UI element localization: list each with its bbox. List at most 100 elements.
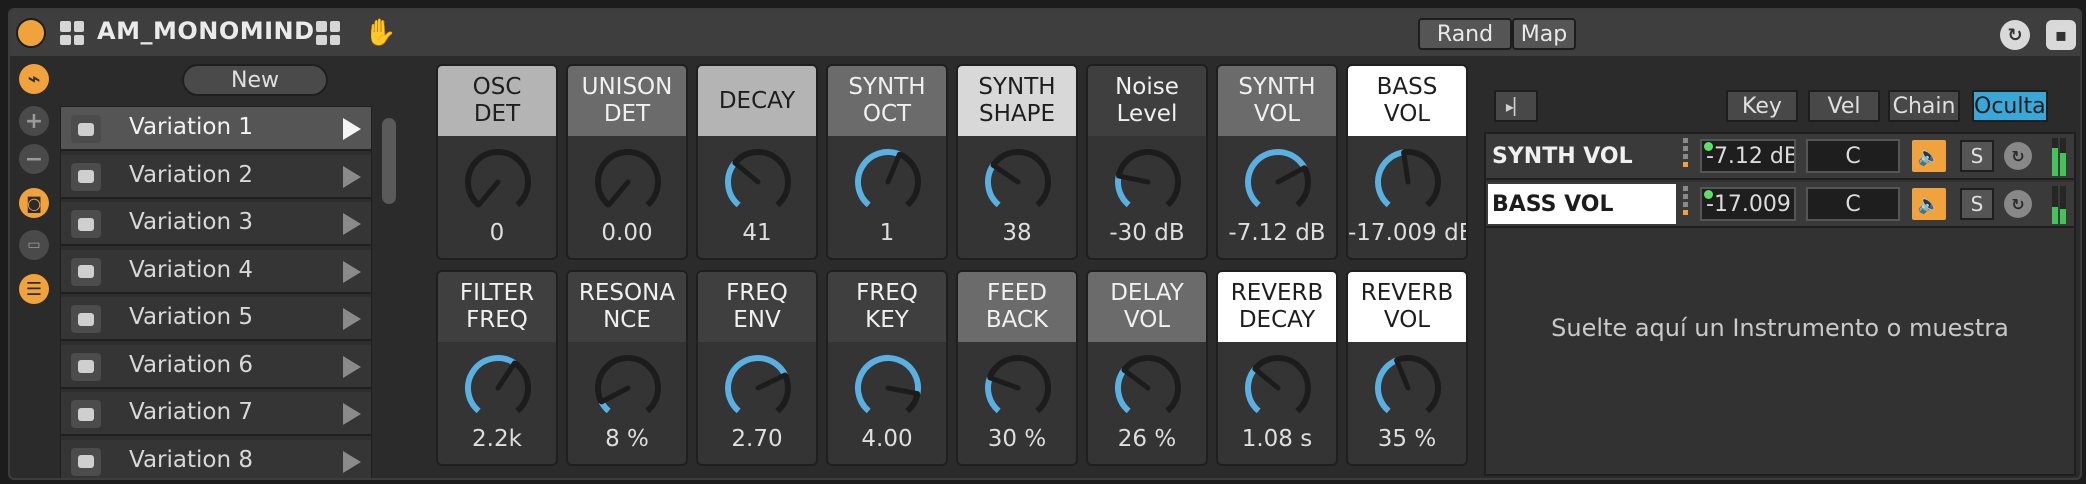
knob-dial[interactable] — [828, 142, 948, 222]
macro-knob[interactable]: OSC DET 0 — [436, 64, 558, 260]
variation-row[interactable]: Variation 5 — [61, 297, 371, 341]
variation-scrollbar[interactable] — [382, 118, 396, 204]
knob-dial[interactable] — [1218, 348, 1338, 428]
knob-dial[interactable] — [438, 142, 558, 222]
camera-icon[interactable] — [71, 162, 101, 191]
rack-logo-icon[interactable]: ⌁ — [19, 64, 49, 94]
macro-label[interactable]: SYNTH VOL — [1218, 66, 1336, 136]
map-button[interactable]: Map — [1512, 18, 1576, 50]
power-icon[interactable] — [16, 18, 46, 48]
knob-dial[interactable] — [698, 142, 818, 222]
play-icon[interactable] — [343, 118, 361, 140]
macro-label[interactable]: DECAY — [698, 66, 816, 136]
chain-volume-field[interactable]: -7.12 dB — [1700, 139, 1796, 173]
save-preset-icon[interactable]: ▪ — [2046, 20, 2076, 50]
hand-icon[interactable]: ✋ — [364, 18, 396, 48]
rand-button[interactable]: Rand — [1418, 18, 1512, 50]
macro-mapping-icon[interactable]: ▭ — [19, 230, 49, 260]
macro-label[interactable]: FREQ KEY — [828, 272, 946, 342]
macro-label[interactable]: FEED BACK — [958, 272, 1076, 342]
variation-row[interactable]: Variation 1 — [61, 107, 371, 151]
macro-knob[interactable]: SYNTH OCT 1 — [826, 64, 948, 260]
variation-row[interactable]: Variation 3 — [61, 202, 371, 246]
macro-label[interactable]: UNISON DET — [568, 66, 686, 136]
macro-knob[interactable]: Noise Level -30 dB — [1086, 64, 1208, 260]
macro-knob[interactable]: FEED BACK 30 % — [956, 270, 1078, 466]
variation-row[interactable]: Variation 7 — [61, 392, 371, 436]
chain-name[interactable]: BASS VOL — [1488, 184, 1676, 224]
auto-select-icon[interactable]: ▸▏ — [1494, 90, 1538, 122]
camera-icon[interactable] — [71, 115, 101, 143]
knob-dial[interactable] — [958, 142, 1078, 222]
camera-icon[interactable] — [71, 210, 101, 238]
macro-label[interactable]: REVERB DECAY — [1218, 272, 1336, 342]
play-icon[interactable] — [343, 260, 361, 283]
macro-label[interactable]: FREQ ENV — [698, 272, 816, 342]
play-icon[interactable] — [343, 213, 361, 235]
macro-knob[interactable]: FREQ KEY 4.00 — [826, 270, 948, 466]
play-icon[interactable] — [343, 403, 361, 425]
knob-dial[interactable] — [828, 348, 948, 428]
camera-icon[interactable] — [71, 305, 101, 333]
variation-row[interactable]: Variation 8 — [61, 439, 371, 478]
variation-row[interactable]: Variation 4 — [61, 249, 371, 294]
chain-name[interactable]: SYNTH VOL — [1488, 136, 1676, 176]
macro-label[interactable]: DELAY VOL — [1088, 272, 1206, 342]
knob-dial[interactable] — [1218, 142, 1338, 222]
knob-dial[interactable] — [438, 348, 558, 428]
variation-row[interactable]: Variation 2 — [61, 154, 371, 199]
chain-row[interactable]: SYNTH VOL -7.12 dB C 🔈 S ↻ — [1486, 134, 2074, 180]
macro-label[interactable]: OSC DET — [438, 66, 556, 136]
chain-pan-field[interactable]: C — [1806, 187, 1900, 221]
play-icon[interactable] — [343, 308, 361, 330]
knob-dial[interactable] — [958, 348, 1078, 428]
macro-knob[interactable]: DECAY 41 — [696, 64, 818, 260]
chain-solo-button[interactable]: S — [1960, 188, 1994, 220]
knob-dial[interactable] — [1348, 142, 1468, 222]
hot-swap-icon[interactable]: ↻ — [2000, 20, 2030, 50]
macro-knob[interactable]: DELAY VOL 26 % — [1086, 270, 1208, 466]
camera-icon[interactable] — [71, 447, 101, 476]
camera-icon[interactable] — [71, 352, 101, 381]
add-macro-icon[interactable]: + — [19, 106, 49, 136]
variations-camera-icon[interactable]: ◙ — [19, 188, 49, 218]
chain-volume-field[interactable]: -17.009 dB — [1700, 187, 1796, 221]
play-icon[interactable] — [343, 355, 361, 378]
play-icon[interactable] — [343, 165, 361, 188]
chain-row[interactable]: BASS VOL -17.009 dB C 🔈 S ↻ — [1486, 182, 2074, 228]
macro-label[interactable]: FILTER FREQ — [438, 272, 556, 342]
knob-dial[interactable] — [1088, 142, 1208, 222]
chain-grid-icon[interactable] — [316, 21, 340, 45]
macro-grid-icon[interactable] — [60, 21, 84, 45]
macro-label[interactable]: SYNTH OCT — [828, 66, 946, 136]
knob-dial[interactable] — [1348, 348, 1468, 428]
speaker-icon[interactable]: 🔈 — [1912, 188, 1946, 220]
chain-list-icon[interactable]: ☰ — [19, 274, 49, 304]
knob-dial[interactable] — [568, 348, 688, 428]
camera-icon[interactable] — [71, 400, 101, 428]
macro-knob[interactable]: SYNTH VOL -7.12 dB — [1216, 64, 1338, 260]
remove-macro-icon[interactable]: − — [19, 144, 49, 174]
macro-label[interactable]: RESONA NCE — [568, 272, 686, 342]
knob-dial[interactable] — [568, 142, 688, 222]
macro-label[interactable]: SYNTH SHAPE — [958, 66, 1076, 136]
macro-knob[interactable]: FREQ ENV 2.70 — [696, 270, 818, 466]
macro-knob[interactable]: RESONA NCE 8 % — [566, 270, 688, 466]
device-title[interactable]: AM_MONOMIND — [97, 17, 315, 45]
macro-label[interactable]: BASS VOL — [1348, 66, 1466, 136]
chain-routing-icon[interactable]: ↻ — [2004, 142, 2032, 170]
macro-knob[interactable]: REVERB DECAY 1.08 s — [1216, 270, 1338, 466]
key-zone-button[interactable]: Key — [1726, 90, 1798, 122]
macro-label[interactable]: Noise Level — [1088, 66, 1206, 136]
macro-knob[interactable]: SYNTH SHAPE 38 — [956, 64, 1078, 260]
new-variation-button[interactable]: New — [182, 64, 328, 96]
macro-label[interactable]: REVERB VOL — [1348, 272, 1466, 342]
speaker-icon[interactable]: 🔈 — [1912, 140, 1946, 172]
macro-knob[interactable]: REVERB VOL 35 % — [1346, 270, 1468, 466]
variation-row[interactable]: Variation 6 — [61, 344, 371, 389]
chain-solo-button[interactable]: S — [1960, 140, 1994, 172]
play-icon[interactable] — [343, 450, 361, 473]
macro-knob[interactable]: UNISON DET 0.00 — [566, 64, 688, 260]
chain-select-button[interactable]: Chain — [1888, 90, 1960, 122]
chain-routing-icon[interactable]: ↻ — [2004, 190, 2032, 218]
